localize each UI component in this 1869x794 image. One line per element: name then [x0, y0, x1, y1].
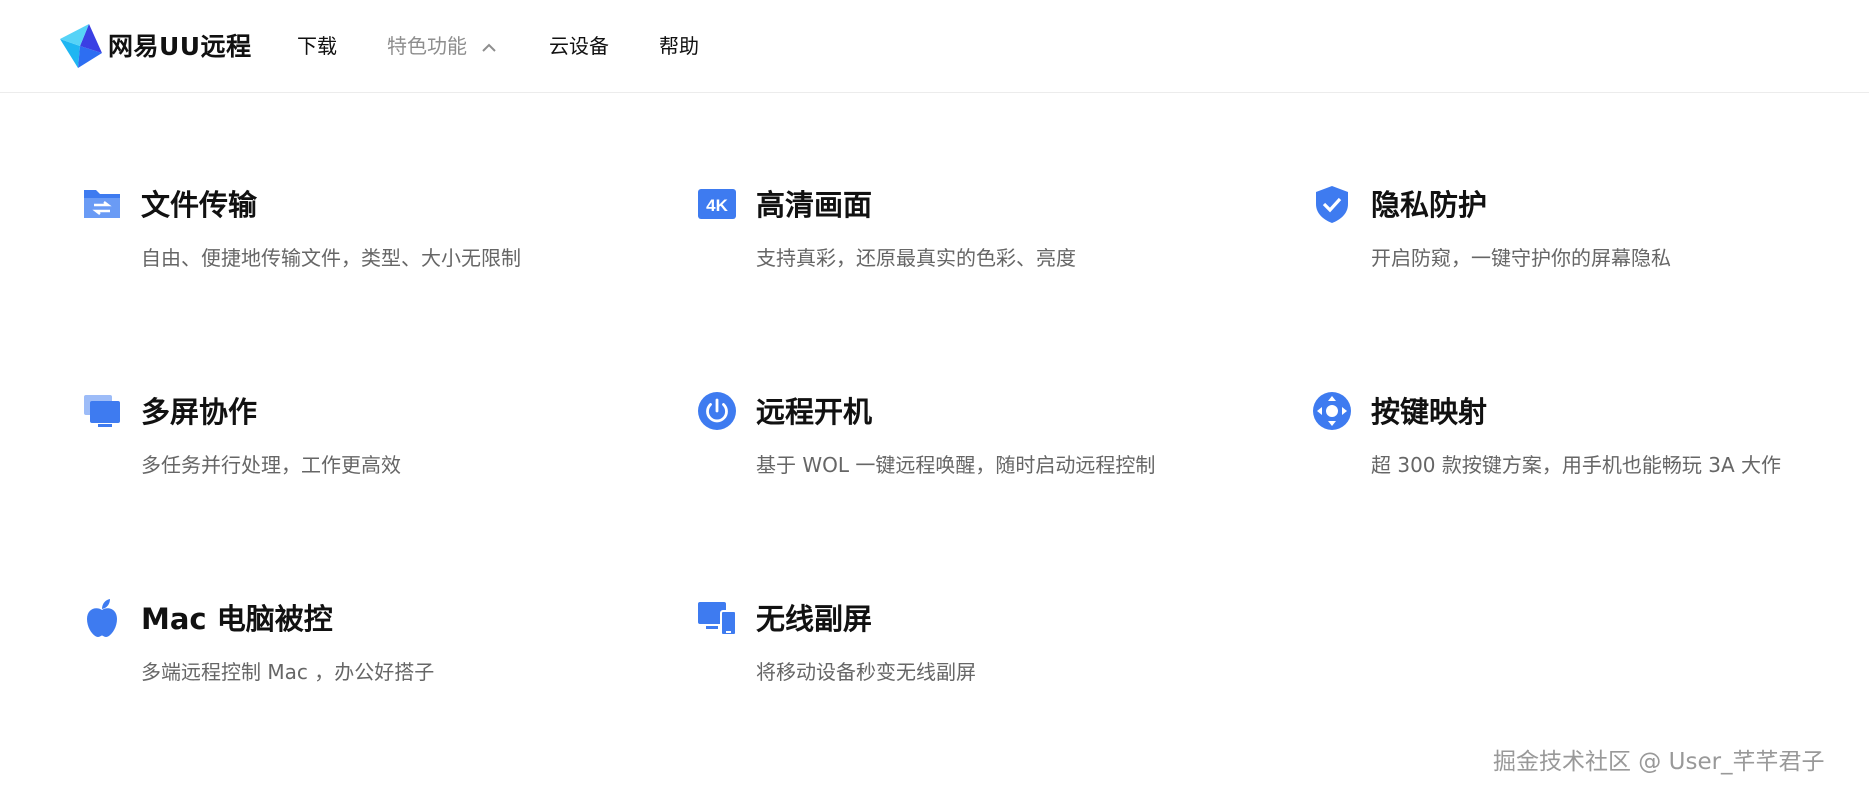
power-icon — [698, 392, 736, 430]
4k-badge-text: 4K — [706, 196, 728, 215]
feature-title: 隐私防护 — [1371, 188, 1488, 222]
uu-logo-icon — [60, 24, 102, 68]
nav-help-label: 帮助 — [659, 34, 699, 58]
wireless-screen-icon — [698, 602, 737, 636]
folder-transfer-icon — [84, 190, 120, 218]
multi-screen-icon — [84, 395, 120, 427]
watermark: 掘金技术社区 @ User_芊芊君子 — [1493, 749, 1825, 775]
feature-desc: 基于 WOL 一键远程唤醒，随时启动远程控制 — [756, 453, 1156, 477]
feature-desc: 开启防窥，一键守护你的屏幕隐私 — [1371, 246, 1671, 270]
nav-cloud-device[interactable]: 云设备 — [549, 33, 609, 59]
feature-desc: 多任务并行处理，工作更高效 — [141, 453, 401, 477]
nav-features-label: 特色功能 — [387, 34, 467, 58]
feature-title: Mac 电脑被控 — [141, 602, 333, 636]
feature-title: 无线副屏 — [756, 602, 873, 636]
feature-title: 远程开机 — [756, 395, 873, 429]
feature-desc: 支持真彩，还原最真实的色彩、亮度 — [756, 246, 1076, 270]
feature-title: 按键映射 — [1371, 395, 1488, 429]
feature-desc: 将移动设备秒变无线副屏 — [756, 660, 976, 684]
brand-name: 网易UU远程 — [108, 32, 252, 61]
apple-icon — [87, 599, 117, 637]
feature-title: 文件传输 — [141, 188, 258, 222]
gamepad-icon — [1313, 392, 1351, 430]
nav-cloud-device-label: 云设备 — [549, 34, 609, 58]
shield-check-icon — [1316, 186, 1348, 223]
nav-help[interactable]: 帮助 — [659, 33, 699, 59]
nav-download-label: 下载 — [297, 34, 337, 58]
chevron-up-icon — [482, 43, 497, 52]
4k-icon: 4K — [698, 189, 736, 219]
nav-download[interactable]: 下载 — [297, 33, 337, 59]
feature-title: 多屏协作 — [141, 395, 258, 429]
nav-features[interactable]: 特色功能 — [387, 33, 497, 59]
feature-desc: 多端远程控制 Mac ，办公好搭子 — [141, 660, 435, 684]
top-nav-bar: 网易UU远程 下载 特色功能 云设备 帮助 — [0, 0, 1869, 93]
brand-logo[interactable]: 网易UU远程 — [58, 22, 252, 68]
feature-desc: 超 300 款按键方案，用手机也能畅玩 3A 大作 — [1371, 453, 1782, 477]
feature-title: 高清画面 — [756, 188, 873, 222]
feature-desc: 自由、便捷地传输文件，类型、大小无限制 — [141, 246, 521, 270]
